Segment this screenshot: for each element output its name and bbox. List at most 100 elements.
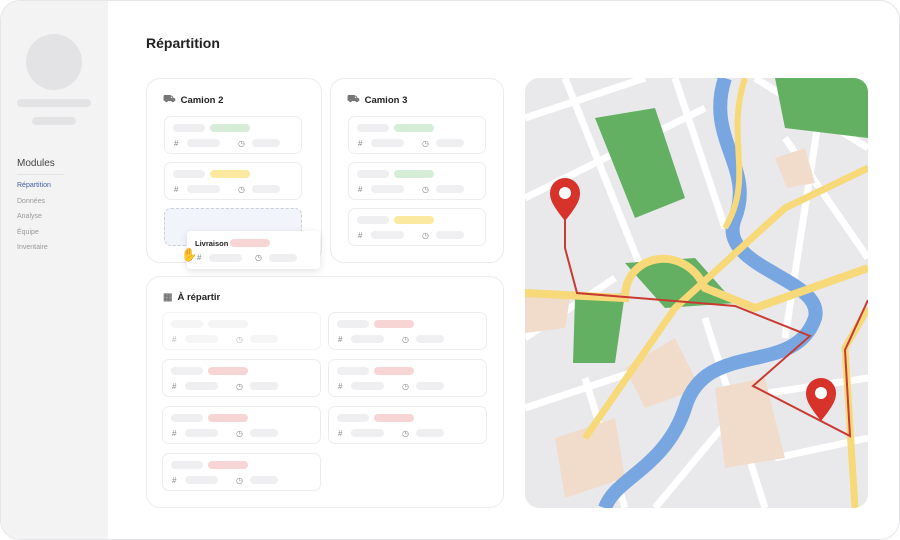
placeholder-bar — [171, 367, 203, 375]
status-tag — [208, 414, 248, 422]
panel-title: ⛟ Camion 3 — [347, 94, 407, 107]
park — [775, 78, 868, 138]
status-tag — [394, 170, 434, 178]
clock-icon: ◷ — [402, 382, 409, 391]
hash-icon: # — [358, 139, 363, 148]
clock-icon: ◷ — [422, 139, 429, 148]
placeholder-bar — [173, 170, 205, 178]
clock-icon: ◷ — [236, 476, 243, 485]
sidebar-item[interactable]: Équipe — [17, 229, 39, 236]
placeholder-bar — [171, 414, 203, 422]
status-tag — [394, 124, 434, 132]
dragged-card[interactable]: Livraison # ◷ — [187, 231, 320, 269]
placeholder-bar — [351, 335, 384, 343]
clock-icon: ◷ — [238, 139, 245, 148]
clock-icon: ◷ — [255, 253, 262, 262]
panel-title-text: Camion 3 — [364, 95, 408, 106]
placeholder-bar — [252, 185, 280, 193]
placeholder-bar — [185, 476, 218, 484]
hash-icon: # — [197, 253, 202, 262]
page-title: Répartition — [146, 35, 220, 51]
task-card[interactable]: # ◷ — [328, 406, 487, 444]
calendar-icon: ▦ — [163, 292, 173, 303]
placeholder-bar — [416, 335, 444, 343]
hash-icon: # — [338, 335, 343, 344]
placeholder-bar — [250, 382, 278, 390]
task-card[interactable]: # ◷ — [328, 312, 487, 350]
hash-icon: # — [172, 382, 177, 391]
panel-title-text: À répartir — [177, 292, 221, 303]
placeholder-bar — [357, 124, 389, 132]
modules-heading: Modules — [17, 158, 55, 169]
placeholder-bar — [357, 170, 389, 178]
status-tag — [210, 124, 250, 132]
clock-icon: ◷ — [236, 429, 243, 438]
task-card[interactable]: # ◷ — [348, 208, 486, 246]
task-card[interactable]: # ◷ — [162, 312, 321, 350]
task-card[interactable]: # ◷ — [162, 406, 321, 444]
placeholder-bar — [185, 382, 218, 390]
sidebar-item[interactable]: Répartition — [17, 182, 51, 189]
clock-icon: ◷ — [402, 335, 409, 344]
task-card[interactable]: # ◷ — [162, 453, 321, 491]
task-card[interactable]: # ◷ — [162, 359, 321, 397]
placeholder-bar — [252, 139, 280, 147]
user-name-placeholder — [17, 99, 91, 107]
task-card[interactable]: # ◷ — [348, 162, 486, 200]
divider — [17, 174, 64, 175]
unassigned-panel: ▦ À répartir # ◷ # ◷ # ◷ # ◷ # ◷ # ◷ # ◷ — [146, 276, 504, 508]
user-role-placeholder — [32, 117, 76, 125]
placeholder-bar — [416, 382, 444, 390]
placeholder-bar — [250, 335, 278, 343]
avatar — [26, 34, 82, 90]
placeholder-bar — [171, 320, 203, 328]
panel-title: ▦ À répartir — [163, 292, 220, 303]
placeholder-bar — [185, 429, 218, 437]
placeholder-bar — [173, 124, 205, 132]
hash-icon: # — [172, 335, 177, 344]
placeholder-bar — [250, 429, 278, 437]
clock-icon: ◷ — [402, 429, 409, 438]
hash-icon: # — [172, 429, 177, 438]
placeholder-bar — [185, 335, 218, 343]
task-card[interactable]: # ◷ — [164, 162, 302, 200]
route-map[interactable] — [525, 78, 868, 508]
truck-icon: ⛟ — [347, 94, 360, 105]
status-tag — [208, 461, 248, 469]
status-tag — [208, 367, 248, 375]
status-tag — [374, 414, 414, 422]
task-card[interactable]: # ◷ — [348, 116, 486, 154]
status-tag — [208, 320, 248, 328]
hash-icon: # — [174, 185, 179, 194]
sidebar-item[interactable]: Analyse — [17, 213, 42, 220]
task-card[interactable]: # ◷ — [164, 116, 302, 154]
placeholder-bar — [436, 185, 464, 193]
placeholder-bar — [436, 231, 464, 239]
clock-icon: ◷ — [238, 185, 245, 194]
panel-title: ⛟ Camion 2 — [163, 94, 223, 107]
status-tag — [374, 367, 414, 375]
truck-panel-camion-3: ⛟ Camion 3 # ◷ # ◷ # ◷ — [330, 78, 504, 263]
placeholder-bar — [337, 367, 369, 375]
status-tag — [394, 216, 434, 224]
placeholder-bar — [371, 185, 404, 193]
placeholder-bar — [171, 461, 203, 469]
sidebar-item[interactable]: Données — [17, 198, 45, 205]
sidebar: Modules Répartition Données Analyse Équipe I… — [1, 1, 108, 539]
truck-icon: ⛟ — [163, 94, 176, 105]
task-card[interactable]: # ◷ — [328, 359, 487, 397]
placeholder-bar — [371, 231, 404, 239]
status-tag — [230, 239, 270, 247]
placeholder-bar — [416, 429, 444, 437]
clock-icon: ◷ — [236, 335, 243, 344]
placeholder-bar — [187, 139, 220, 147]
placeholder-bar — [337, 320, 369, 328]
hash-icon: # — [358, 231, 363, 240]
placeholder-bar — [351, 382, 384, 390]
placeholder-bar — [187, 185, 220, 193]
placeholder-bar — [209, 254, 242, 262]
placeholder-bar — [337, 414, 369, 422]
sidebar-item[interactable]: Inventaire — [17, 244, 48, 251]
map-pin-icon — [550, 178, 580, 221]
placeholder-bar — [436, 139, 464, 147]
